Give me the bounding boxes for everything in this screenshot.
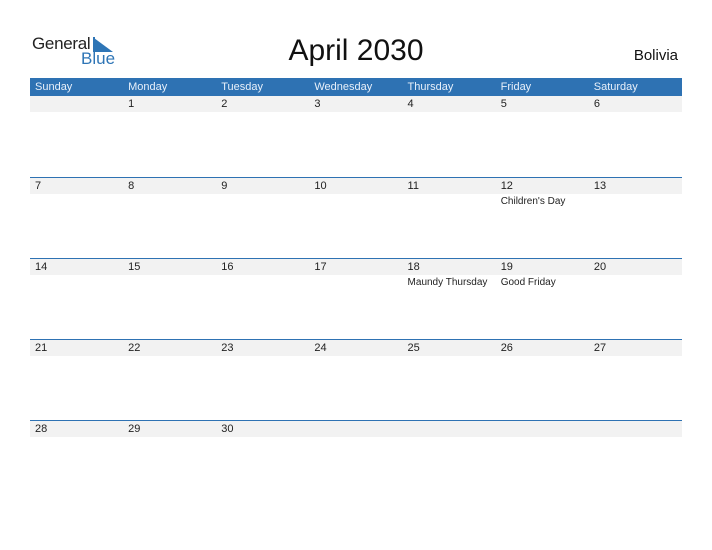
- day-number: 19: [500, 261, 513, 273]
- week-row: 7 8 9 10 11 12 Children's Day 13: [30, 177, 682, 259]
- day-cell: 7: [30, 178, 123, 259]
- day-cell: 4: [403, 96, 496, 177]
- day-number: 25: [407, 342, 420, 354]
- holiday-label: Good Friday: [500, 277, 556, 288]
- day-cell: [496, 421, 589, 502]
- day-cell: 28: [30, 421, 123, 502]
- weekday-header: Sunday Monday Tuesday Wednesday Thursday…: [30, 78, 682, 96]
- day-cell: 8: [123, 178, 216, 259]
- page-title: April 2030: [288, 34, 424, 67]
- day-number: 27: [593, 342, 607, 354]
- day-number: 22: [128, 342, 141, 354]
- day-cell: 30: [216, 421, 309, 502]
- day-number: 2: [221, 98, 228, 110]
- day-number: 20: [593, 261, 607, 273]
- day-cell: 18 Maundy Thursday: [403, 259, 496, 340]
- day-cell: 12 Children's Day: [496, 178, 589, 259]
- day-cell: 13: [589, 178, 682, 259]
- day-number: 3: [314, 98, 321, 110]
- day-number: 14: [35, 261, 48, 273]
- weekday-tuesday: Tuesday: [221, 81, 264, 93]
- day-cell: 2: [216, 96, 309, 177]
- day-number: 16: [221, 261, 234, 273]
- day-number: 30: [221, 423, 234, 435]
- day-cell: 6: [589, 96, 682, 177]
- day-number: 18: [407, 261, 420, 273]
- day-number: 13: [593, 180, 607, 192]
- day-number: 4: [407, 98, 414, 110]
- day-cell: [403, 421, 496, 502]
- day-number: 8: [128, 180, 135, 192]
- day-number: 23: [221, 342, 234, 354]
- weekday-wednesday: Wednesday: [314, 81, 373, 93]
- day-number: 11: [407, 180, 419, 192]
- day-cell: 21: [30, 340, 123, 421]
- weekday-saturday: Saturday: [593, 81, 638, 93]
- day-cell: 22: [123, 340, 216, 421]
- day-cell: 5: [496, 96, 589, 177]
- day-number: 24: [314, 342, 327, 354]
- day-cell: 14: [30, 259, 123, 340]
- day-number: 9: [221, 180, 228, 192]
- day-number: 21: [35, 342, 48, 354]
- day-cell: 10: [309, 178, 402, 259]
- day-number: 12: [500, 180, 513, 192]
- weekday-monday: Monday: [128, 81, 168, 93]
- day-number: 26: [500, 342, 513, 354]
- holiday-label: Children's Day: [500, 196, 566, 207]
- week-row: 1 2 3 4 5 6: [30, 96, 682, 177]
- weekday-sunday: Sunday: [35, 81, 73, 93]
- day-number: 6: [593, 98, 600, 110]
- day-cell: [30, 96, 123, 177]
- weekday-thursday: Thursday: [407, 81, 454, 93]
- day-cell: [589, 421, 682, 502]
- day-cell: 11: [403, 178, 496, 259]
- country-label: Bolivia: [633, 47, 678, 64]
- day-cell: 16: [216, 259, 309, 340]
- week-row: 14 15 16 17 18 Maundy Thursday 19 Good Friday 20: [30, 258, 682, 340]
- day-number: 7: [35, 180, 42, 192]
- day-number: 28: [35, 423, 48, 435]
- day-number: 15: [128, 261, 141, 273]
- day-cell: 23: [216, 340, 309, 421]
- day-cell: 3: [309, 96, 402, 177]
- weekday-friday: Friday: [500, 81, 532, 93]
- day-cell: [309, 421, 402, 502]
- day-cell: 29: [123, 421, 216, 502]
- week-row: 21 22 23 24 25 26 27: [30, 339, 682, 421]
- day-cell: 27: [589, 340, 682, 421]
- day-number: 5: [500, 98, 507, 110]
- day-number: 29: [128, 423, 141, 435]
- day-number: 10: [314, 180, 327, 192]
- day-number: 17: [314, 261, 327, 273]
- week-row: 28 29 30: [30, 420, 682, 502]
- day-cell: 20: [589, 259, 682, 340]
- day-cell: 24: [309, 340, 402, 421]
- day-cell: 15: [123, 259, 216, 340]
- day-cell: 19 Good Friday: [496, 259, 589, 340]
- holiday-label: Maundy Thursday: [407, 277, 488, 288]
- day-cell: 1: [123, 96, 216, 177]
- day-cell: 17: [309, 259, 402, 340]
- day-cell: 9: [216, 178, 309, 259]
- day-number: 1: [128, 98, 135, 110]
- day-cell: 25: [403, 340, 496, 421]
- day-cell: 26: [496, 340, 589, 421]
